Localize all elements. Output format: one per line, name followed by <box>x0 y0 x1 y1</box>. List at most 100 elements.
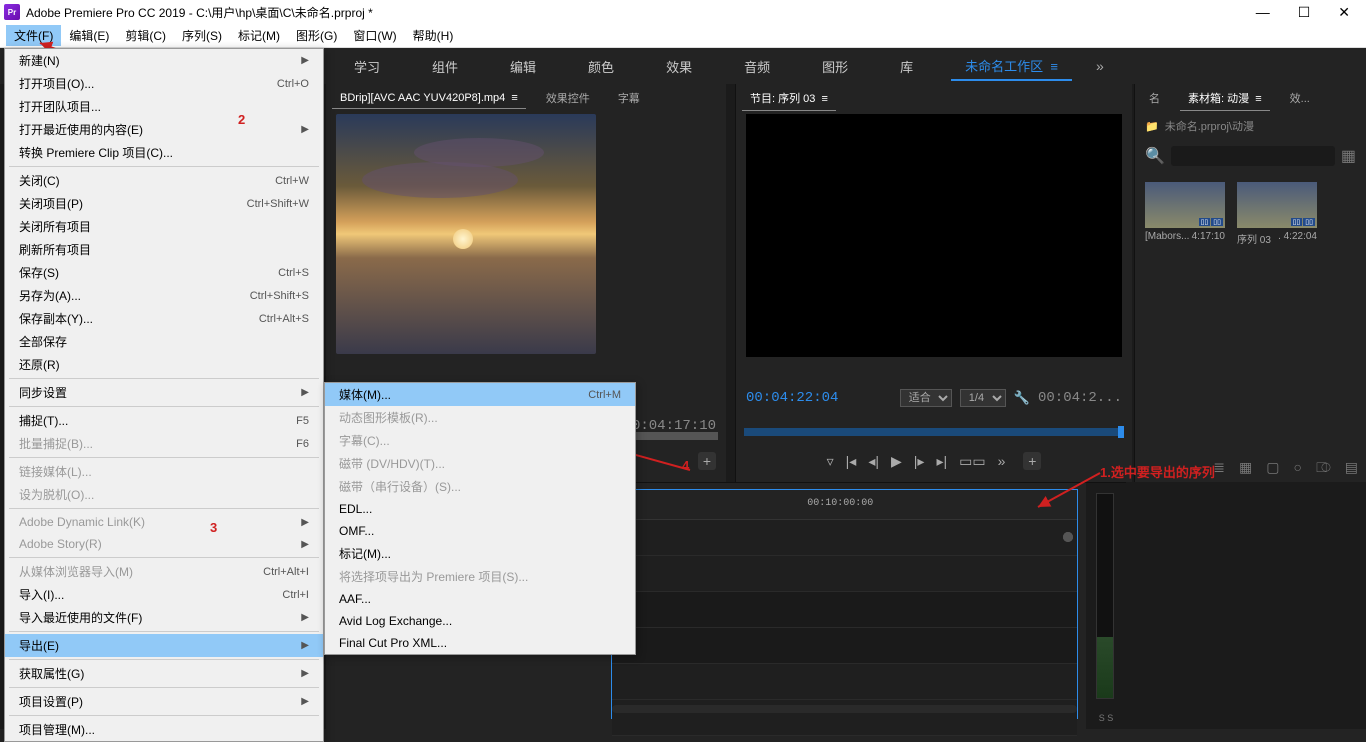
icon-view-icon[interactable]: ▦ <box>1239 459 1252 476</box>
menu-item[interactable]: 项目管理(M)... <box>5 718 323 741</box>
thumb-item[interactable]: ▯▯▯▯ 序列 03. 4:22:04 <box>1237 182 1317 246</box>
minimize-button[interactable]: — <box>1256 4 1270 21</box>
menu-item[interactable]: 导入(I)...Ctrl+I <box>5 583 323 606</box>
menu-item[interactable]: 另存为(A)...Ctrl+Shift+S <box>5 284 323 307</box>
menu-item[interactable]: AAF... <box>325 588 635 610</box>
mark-in-icon[interactable]: |◂ <box>846 453 857 470</box>
program-video[interactable] <box>746 114 1122 357</box>
add-marker-button[interactable]: + <box>698 452 716 470</box>
program-tabs: 节目: 序列 03 ≡ <box>736 84 1132 112</box>
menu-item[interactable]: 还原(R) <box>5 353 323 376</box>
find-icon[interactable]: ▤ <box>1345 459 1358 476</box>
thumb-item[interactable]: ▯▯▯▯ [Mabors...4:17:10 <box>1145 182 1225 246</box>
program-duration: 00:04:2... <box>1038 390 1122 406</box>
menu-item[interactable]: 打开项目(O)...Ctrl+O <box>5 72 323 95</box>
sort-icon[interactable]: ⎄ <box>1316 459 1331 476</box>
menu-item[interactable]: 捕捉(T)...F5 <box>5 409 323 432</box>
menu-item[interactable]: 关闭所有项目 <box>5 215 323 238</box>
menu-item[interactable]: 获取属性(G)▶ <box>5 662 323 685</box>
menu-item[interactable]: 转换 Premiere Clip 项目(C)... <box>5 141 323 164</box>
menu-item[interactable]: 项目设置(P)▶ <box>5 690 323 713</box>
thumbnails: ▯▯▯▯ [Mabors...4:17:10 ▯▯▯▯ 序列 03. 4:22:… <box>1135 172 1366 256</box>
menu-item[interactable]: 新建(N)▶ <box>5 49 323 72</box>
ws-components[interactable]: 组件 <box>418 53 472 80</box>
annotation-1: 1.选中要导出的序列 <box>1100 462 1215 481</box>
program-controls: 00:04:22:04 适合 1/4 🔧 00:04:2... <box>736 370 1132 426</box>
maximize-button[interactable]: ☐ <box>1298 4 1311 21</box>
annotation-4: 4 <box>682 458 689 473</box>
source-tab-effect-controls[interactable]: 效果控件 <box>538 86 598 110</box>
ws-overflow[interactable]: » <box>1096 58 1104 74</box>
program-ruler[interactable] <box>744 422 1124 442</box>
ws-edit[interactable]: 编辑 <box>496 53 550 80</box>
meter-bar <box>1096 493 1114 699</box>
menu-item: 设为脱机(O)... <box>5 483 323 506</box>
play-icon[interactable]: ▶ <box>891 453 902 470</box>
menu-graphics[interactable]: 图形(G) <box>288 25 345 46</box>
freeform-icon[interactable]: ▢ <box>1266 459 1279 476</box>
menu-item: 磁带（串行设备）(S)... <box>325 475 635 498</box>
ws-audio[interactable]: 音频 <box>730 53 784 80</box>
menu-item[interactable]: OMF... <box>325 520 635 542</box>
add-marker-icon[interactable]: ▿ <box>827 453 834 470</box>
overflow-icon[interactable]: » <box>998 453 1006 469</box>
ws-color[interactable]: 颜色 <box>574 53 628 80</box>
menu-window[interactable]: 窗口(W) <box>345 25 404 46</box>
proj-tab3[interactable]: 效... <box>1282 86 1318 110</box>
zoom-slider[interactable]: ○ <box>1293 459 1301 476</box>
menu-item[interactable]: 打开最近使用的内容(E)▶ <box>5 118 323 141</box>
menu-item[interactable]: Final Cut Pro XML... <box>325 632 635 654</box>
search-icon: 🔍 <box>1145 146 1165 166</box>
menu-item[interactable]: 保存(S)Ctrl+S <box>5 261 323 284</box>
lift-icon[interactable]: ▭▭ <box>959 453 985 470</box>
menu-item: Adobe Story(R)▶ <box>5 533 323 555</box>
menu-item[interactable]: 全部保存 <box>5 330 323 353</box>
step-fwd-icon[interactable]: |▸ <box>914 453 925 470</box>
source-tab-captions[interactable]: 字幕 <box>610 86 648 110</box>
menu-item[interactable]: 保存副本(Y)...Ctrl+Alt+S <box>5 307 323 330</box>
menu-item: 批量捕捉(B)...F6 <box>5 432 323 455</box>
program-tab[interactable]: 节目: 序列 03 ≡ <box>742 86 836 111</box>
proj-tab1[interactable]: 名 <box>1141 86 1168 110</box>
menu-item[interactable]: 关闭项目(P)Ctrl+Shift+W <box>5 192 323 215</box>
search-input[interactable] <box>1171 146 1335 166</box>
timeline-ruler[interactable]: 00:10:00:00 <box>612 490 1077 520</box>
proj-tab-bin[interactable]: 素材箱: 动漫 ≡ <box>1180 86 1270 111</box>
source-video[interactable] <box>336 114 596 354</box>
ws-effects[interactable]: 效果 <box>652 53 706 80</box>
step-back-icon[interactable]: ◂| <box>868 453 879 470</box>
window-controls: — ☐ ✕ <box>1256 4 1362 21</box>
menu-item[interactable]: 媒体(M)...Ctrl+M <box>325 383 635 406</box>
ws-graphics[interactable]: 图形 <box>808 53 862 80</box>
menu-item[interactable]: 导出(E)▶ <box>5 634 323 657</box>
menu-item[interactable]: 刷新所有项目 <box>5 238 323 261</box>
new-bin-icon[interactable]: ▦ <box>1341 146 1356 166</box>
ws-unnamed[interactable]: 未命名工作区 ≡ <box>951 52 1072 81</box>
timeline-tracks[interactable] <box>612 520 1077 698</box>
list-view-icon[interactable]: ≣ <box>1213 459 1225 476</box>
menu-item[interactable]: Avid Log Exchange... <box>325 610 635 632</box>
menu-item[interactable]: 同步设置▶ <box>5 381 323 404</box>
program-scale[interactable]: 1/4 <box>960 389 1006 407</box>
ws-library[interactable]: 库 <box>886 53 927 80</box>
menu-help[interactable]: 帮助(H) <box>405 25 462 46</box>
ws-learn[interactable]: 学习 <box>340 53 394 80</box>
source-tab-clip[interactable]: BDrip][AVC AAC YUV420P8].mp4 ≡ <box>332 88 526 109</box>
project-search-row: 🔍 ▦ <box>1145 146 1356 166</box>
program-panel: 节目: 序列 03 ≡ 00:04:22:04 适合 1/4 🔧 00:04:2… <box>735 84 1132 482</box>
mark-out-icon[interactable]: ▸| <box>936 453 947 470</box>
program-fit[interactable]: 适合 <box>900 389 952 407</box>
menu-item[interactable]: EDL... <box>325 498 635 520</box>
menu-item[interactable]: 打开团队项目... <box>5 95 323 118</box>
wrench-icon[interactable]: 🔧 <box>1014 390 1030 406</box>
menu-item[interactable]: 关闭(C)Ctrl+W <box>5 169 323 192</box>
timeline-inner[interactable]: 00:10:00:00 <box>611 489 1078 719</box>
project-panel: 名 素材箱: 动漫 ≡ 效... 📁 未命名.prproj\动漫 🔍 ▦ ▯▯▯… <box>1134 84 1366 482</box>
close-button[interactable]: ✕ <box>1338 4 1350 21</box>
export-submenu: 媒体(M)...Ctrl+M动态图形模板(R)...字幕(C)...磁带 (DV… <box>324 382 636 655</box>
menu-item[interactable]: 标记(M)... <box>325 542 635 565</box>
timeline-scrollbar[interactable] <box>612 702 1077 716</box>
menu-item[interactable]: 导入最近使用的文件(F)▶ <box>5 606 323 629</box>
menu-item: Adobe Dynamic Link(K)▶ <box>5 511 323 533</box>
window-title: Adobe Premiere Pro CC 2019 - C:\用户\hp\桌面… <box>26 4 373 21</box>
